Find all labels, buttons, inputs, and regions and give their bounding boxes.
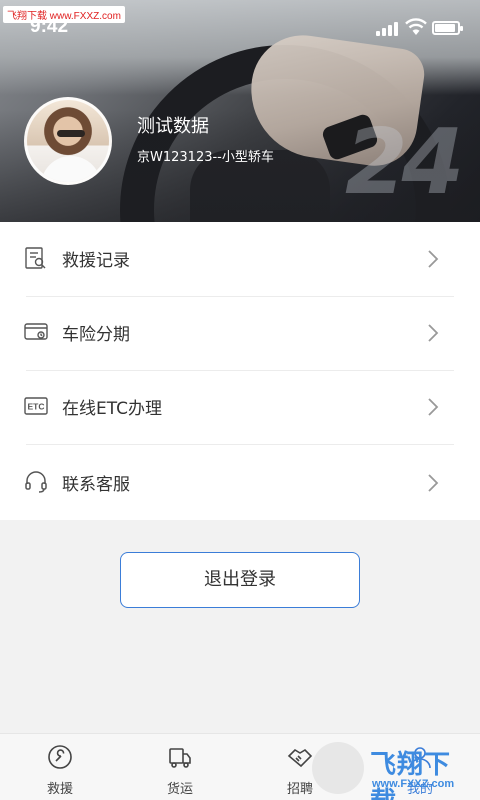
status-bar: 9:42 — [0, 0, 480, 40]
avatar[interactable] — [24, 97, 112, 185]
signal-icon — [376, 20, 400, 36]
avatar-body — [41, 156, 101, 182]
watermark-logo-emblem — [312, 742, 364, 794]
vehicle-info: 京W123123--小型轿车 — [137, 150, 274, 165]
menu-label-rescue-record: 救援记录 — [62, 251, 130, 271]
tab-freight[interactable]: 货运 — [120, 734, 240, 800]
menu-label-customer-service: 联系客服 — [62, 475, 130, 495]
etc-icon: ETC — [24, 397, 48, 415]
chevron-right-icon — [428, 250, 439, 268]
menu-list: 救援记录 车险分期 ETC 在线ETC办理 联系客服 — [0, 222, 480, 520]
avatar-sunglasses — [57, 130, 85, 137]
wifi-icon — [405, 18, 427, 35]
menu-label-insurance-installment: 车险分期 — [62, 325, 130, 345]
insurance-installment-icon — [24, 323, 48, 340]
truck-icon — [169, 748, 191, 768]
menu-item-etc[interactable]: ETC 在线ETC办理 — [0, 370, 480, 444]
rescue-record-icon — [25, 247, 46, 269]
chevron-right-icon — [428, 398, 439, 416]
watermark-logo: 飞翔下载 www.FXXZ.com — [306, 738, 476, 800]
header-decoration: 24 — [345, 110, 464, 215]
tab-label-rescue: 救援 — [46, 782, 73, 797]
tab-label-freight: 货运 — [166, 782, 193, 797]
status-time: 9:42 — [30, 16, 69, 37]
menu-item-insurance-installment[interactable]: 车险分期 — [0, 296, 480, 370]
headset-icon — [25, 471, 47, 493]
chevron-right-icon — [428, 324, 439, 342]
chevron-right-icon — [428, 474, 439, 492]
menu-item-customer-service[interactable]: 联系客服 — [0, 446, 480, 520]
menu-item-rescue-record[interactable]: 救援记录 — [0, 222, 480, 296]
profile-name: 测试数据 — [137, 116, 209, 137]
watermark-logo-url: www.FXXZ.com — [372, 778, 455, 790]
menu-divider — [26, 444, 454, 445]
watermark-logo-name: 飞翔下载 — [370, 750, 452, 800]
wrench-icon — [48, 745, 72, 769]
tab-rescue[interactable]: 救援 — [0, 734, 120, 800]
logout-button[interactable]: 退出登录 — [120, 552, 360, 608]
menu-label-etc: 在线ETC办理 — [62, 399, 162, 419]
battery-icon — [432, 21, 463, 35]
svg-text:ETC: ETC — [28, 402, 45, 412]
